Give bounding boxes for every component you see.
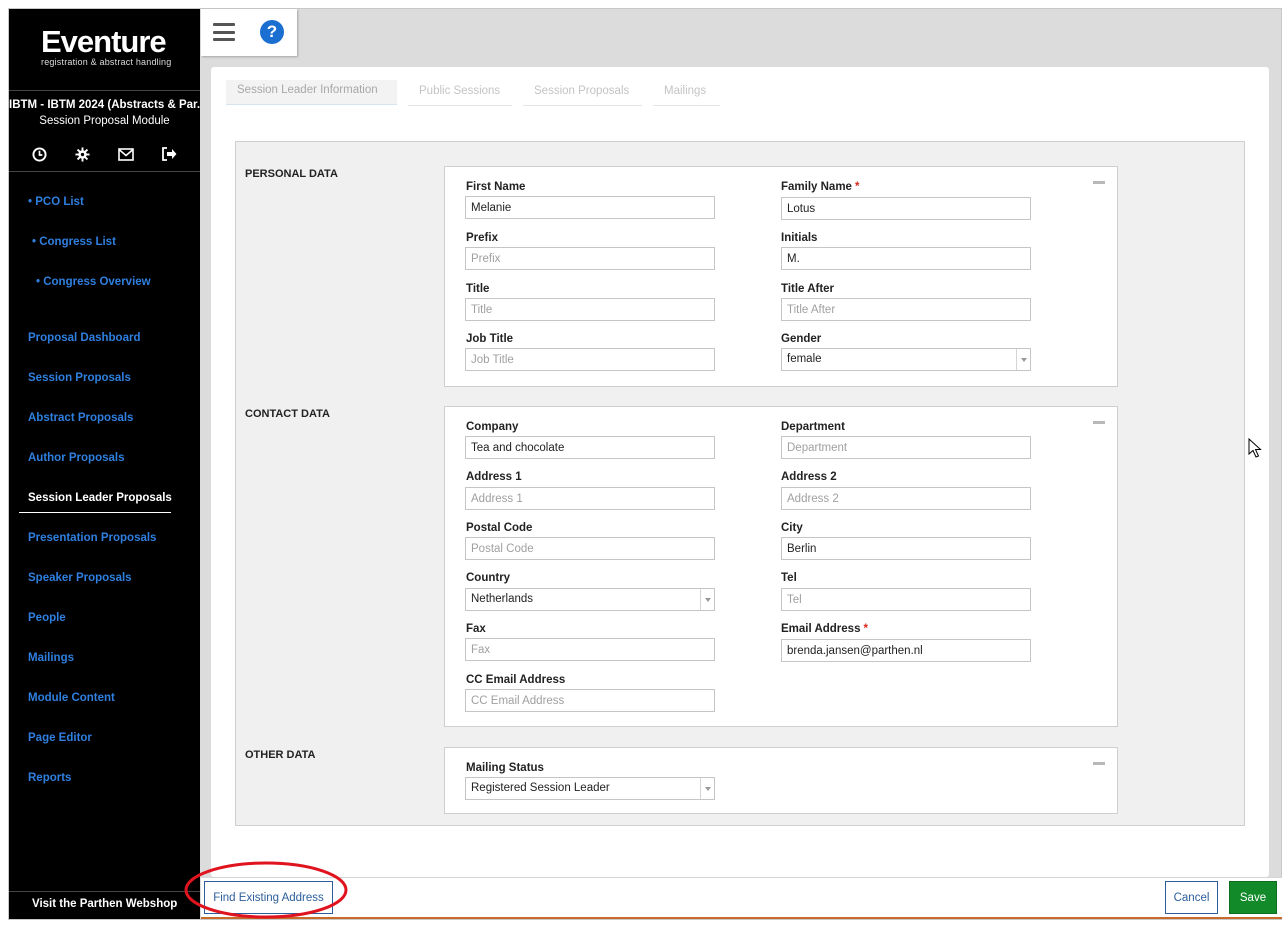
fax-label: Fax <box>466 623 486 635</box>
sidebar-divider <box>9 891 200 892</box>
nav-speaker-proposals[interactable]: Speaker Proposals <box>28 572 132 584</box>
email-input[interactable] <box>781 639 1031 662</box>
event-name: IBTM - IBTM 2024 (Abstracts & Par... <box>9 99 200 111</box>
family-name-label-text: Family Name <box>781 181 852 193</box>
address2-input[interactable] <box>781 487 1031 510</box>
country-label: Country <box>466 572 511 584</box>
department-input[interactable] <box>781 436 1031 459</box>
title-input[interactable] <box>465 298 715 321</box>
nav-abstract-proposals[interactable]: Abstract Proposals <box>28 412 133 424</box>
top-toolbar: ? <box>201 9 297 56</box>
email-label: Email Address * <box>781 623 868 635</box>
email-label-text: Email Address <box>781 623 861 635</box>
job-title-label: Job Title <box>466 333 514 345</box>
nav-pco-list[interactable]: • PCO List <box>28 196 84 208</box>
collapse-icon[interactable] <box>1093 181 1105 184</box>
clock-icon[interactable] <box>29 145 49 163</box>
required-marker: * <box>863 623 868 635</box>
collapse-icon[interactable] <box>1093 762 1105 765</box>
tel-label: Tel <box>781 572 797 584</box>
tab-session-proposals[interactable]: Session Proposals <box>523 81 642 106</box>
gender-select[interactable]: female <box>781 348 1031 371</box>
family-name-input[interactable] <box>781 197 1031 220</box>
cc-email-label: CC Email Address <box>466 674 566 686</box>
first-name-input[interactable] <box>465 196 715 219</box>
initials-input[interactable] <box>781 247 1031 270</box>
section-title-contact-data: CONTACT DATA <box>245 408 330 420</box>
city-input[interactable] <box>781 537 1031 560</box>
sidebar-divider <box>9 90 200 91</box>
section-title-personal-data: PERSONAL DATA <box>245 168 338 180</box>
nav-congress-overview[interactable]: • Congress Overview <box>36 276 151 288</box>
section-title-other-data: OTHER DATA <box>245 749 316 761</box>
eventure-logo[interactable]: Eventure registration & abstract handlin… <box>41 24 181 67</box>
gear-icon[interactable] <box>72 145 92 163</box>
mailing-status-select[interactable]: Registered Session Leader <box>465 777 715 800</box>
help-icon[interactable]: ? <box>260 20 284 44</box>
hamburger-menu-icon[interactable] <box>213 23 235 41</box>
nav-author-proposals[interactable]: Author Proposals <box>28 452 124 464</box>
logo-tagline: registration & abstract handling <box>41 57 172 67</box>
form-footer <box>201 877 1282 919</box>
nav-reports[interactable]: Reports <box>28 772 71 784</box>
logo-name: Eventure <box>41 24 167 59</box>
collapse-icon[interactable] <box>1093 421 1105 424</box>
job-title-input[interactable] <box>465 348 715 371</box>
mailing-status-label: Mailing Status <box>466 762 544 774</box>
nav-mailings[interactable]: Mailings <box>28 652 74 664</box>
country-select[interactable]: Netherlands <box>465 588 715 611</box>
country-value: Netherlands <box>471 593 534 605</box>
fax-input[interactable] <box>465 638 715 661</box>
sidebar-icon-bar <box>29 145 179 163</box>
sign-out-icon[interactable] <box>159 145 179 163</box>
cc-email-input[interactable] <box>465 689 715 712</box>
title-after-label: Title After <box>781 283 835 295</box>
postal-code-input[interactable] <box>465 537 715 560</box>
tab-session-leader-information[interactable]: Session Leader Information <box>226 80 397 105</box>
postal-code-label: Postal Code <box>466 522 533 534</box>
gender-value: female <box>787 353 822 365</box>
mail-icon[interactable] <box>116 145 136 163</box>
nav-people[interactable]: People <box>28 612 66 624</box>
address1-input[interactable] <box>465 487 715 510</box>
prefix-label: Prefix <box>466 232 498 244</box>
nav-page-editor[interactable]: Page Editor <box>28 732 92 744</box>
module-name: Session Proposal Module <box>39 115 170 127</box>
nav-presentation-proposals[interactable]: Presentation Proposals <box>28 532 156 544</box>
chevron-down-icon[interactable] <box>700 778 714 799</box>
find-existing-address-button[interactable]: Find Existing Address <box>204 881 333 914</box>
prefix-input[interactable] <box>465 247 715 270</box>
first-name-label: First Name <box>466 181 526 193</box>
webshop-link[interactable]: Visit the Parthen Webshop <box>32 898 177 910</box>
cancel-button[interactable]: Cancel <box>1165 881 1218 914</box>
chevron-down-icon[interactable] <box>1016 349 1030 370</box>
save-button[interactable]: Save <box>1229 881 1277 914</box>
tab-mailings[interactable]: Mailings <box>653 81 720 106</box>
nav-congress-list[interactable]: • Congress List <box>32 236 116 248</box>
gender-label: Gender <box>781 333 822 345</box>
city-label: City <box>781 522 803 534</box>
required-marker: * <box>854 181 860 193</box>
address1-label: Address 1 <box>466 471 522 483</box>
nav-session-proposals[interactable]: Session Proposals <box>28 372 131 384</box>
chevron-down-icon[interactable] <box>700 589 714 610</box>
sidebar-divider <box>9 171 200 172</box>
active-nav-underline <box>19 512 171 513</box>
address2-label: Address 2 <box>781 471 837 483</box>
department-label: Department <box>781 421 845 433</box>
title-label: Title <box>466 283 490 295</box>
family-name-label: Family Name * <box>781 181 859 193</box>
nav-proposal-dashboard[interactable]: Proposal Dashboard <box>28 332 140 344</box>
tel-input[interactable] <box>781 588 1031 611</box>
initials-label: Initials <box>781 232 818 244</box>
mailing-status-value: Registered Session Leader <box>471 782 610 794</box>
tab-public-sessions[interactable]: Public Sessions <box>408 81 512 106</box>
title-after-input[interactable] <box>781 298 1031 321</box>
mouse-cursor-icon <box>1248 438 1262 458</box>
nav-session-leader-proposals[interactable]: Session Leader Proposals <box>28 492 172 504</box>
nav-module-content[interactable]: Module Content <box>28 692 115 704</box>
company-input[interactable] <box>465 436 715 459</box>
company-label: Company <box>466 421 519 433</box>
